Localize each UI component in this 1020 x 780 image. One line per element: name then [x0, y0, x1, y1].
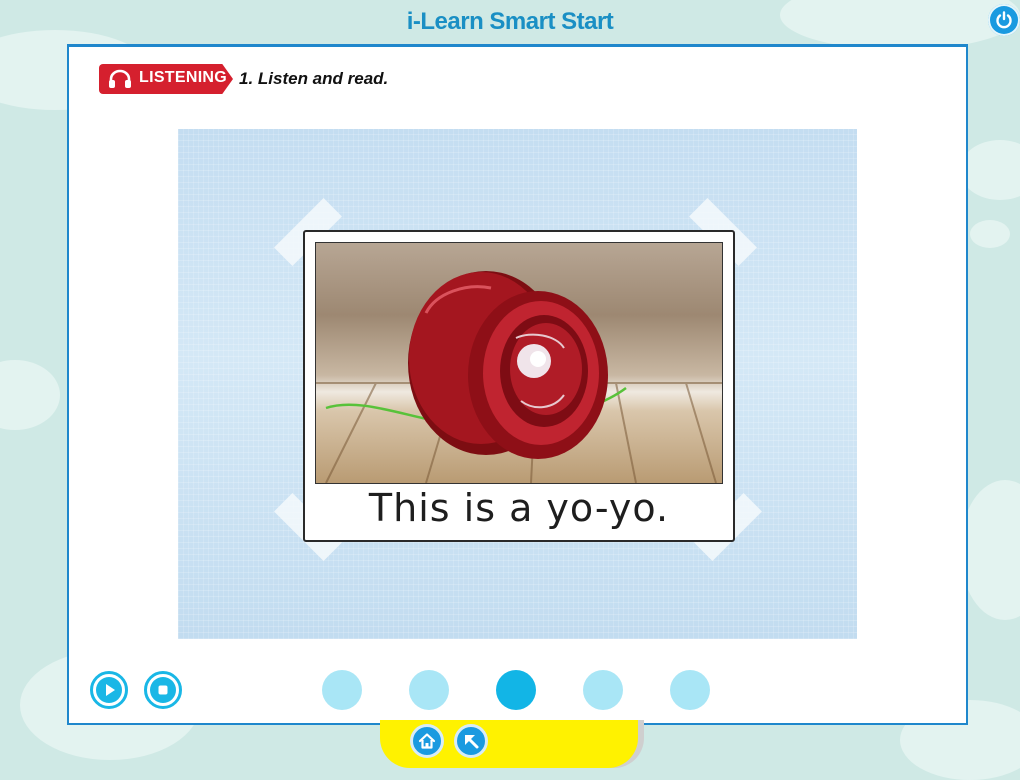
background-cloud [970, 220, 1010, 248]
play-button[interactable] [90, 671, 128, 709]
home-button[interactable] [410, 724, 444, 758]
bottom-nav-tab [380, 720, 638, 768]
power-icon [996, 11, 1012, 29]
page-dot-1[interactable] [322, 670, 362, 710]
background-cloud [960, 480, 1020, 620]
page-dot-5[interactable] [670, 670, 710, 710]
stop-icon [158, 685, 168, 695]
activity-panel: LISTENING 1. Listen and read. This is a … [67, 44, 968, 725]
back-arrow-icon [465, 735, 479, 749]
page-dot-2[interactable] [409, 670, 449, 710]
page-dot-4[interactable] [583, 670, 623, 710]
back-button[interactable] [454, 724, 488, 758]
picture-scene: This is a yo-yo. [178, 129, 857, 639]
home-icon [418, 733, 436, 749]
power-button[interactable] [988, 4, 1020, 36]
yo-yo-photo [315, 242, 723, 484]
stop-button[interactable] [144, 671, 182, 709]
background-cloud [0, 360, 60, 430]
card-caption: This is a yo-yo. [368, 486, 670, 530]
background-cloud [960, 140, 1020, 200]
listening-badge: LISTENING [99, 64, 233, 94]
activity-instruction: 1. Listen and read. [239, 69, 389, 88]
app-title: i-Learn Smart Start [406, 8, 614, 35]
page-dot-3[interactable] [496, 670, 536, 710]
photo-card: This is a yo-yo. [303, 230, 735, 542]
yo-yo-illustration [316, 271, 722, 483]
headphones-icon [109, 69, 131, 88]
play-icon [106, 684, 115, 696]
banner-label: LISTENING [139, 69, 228, 86]
